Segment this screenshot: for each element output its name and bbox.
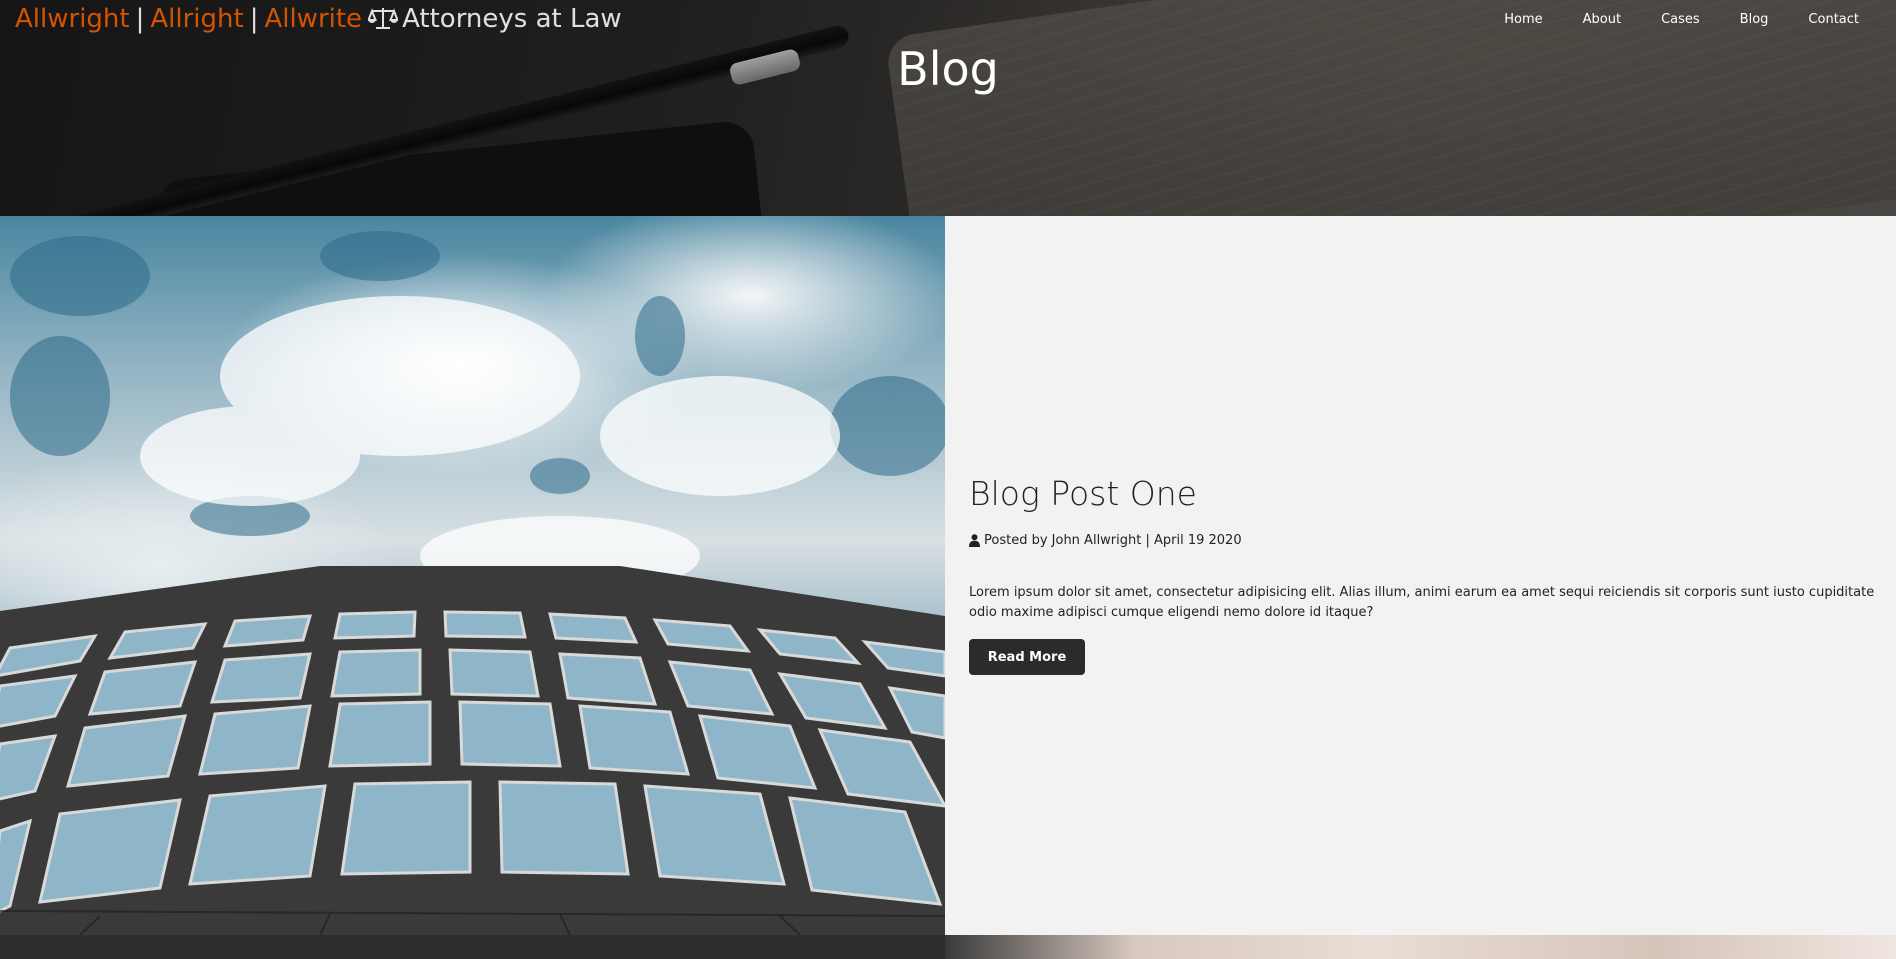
blog-post-panel: Blog Post One Posted by John Allwright |… <box>945 216 1896 935</box>
brand-name-2: Allright <box>150 4 244 34</box>
nav-cases[interactable]: Cases <box>1641 12 1720 27</box>
scale-icon <box>367 6 400 30</box>
next-section-left <box>0 935 945 959</box>
page-title: Blog <box>897 42 999 96</box>
brand-name-3: Allwrite <box>264 4 363 34</box>
brand-name-1: Allwright <box>15 4 130 34</box>
brand-logo[interactable]: Allwright | Allright | Allwrite Attorneys at … <box>15 4 622 34</box>
brand-separator-1: | <box>135 4 145 34</box>
brand-separator-2: | <box>249 4 259 34</box>
hero-banner: Allwright | Allright | Allwrite Attorneys at … <box>0 0 1896 216</box>
post-excerpt: Lorem ipsum dolor sit amet, consectetur … <box>969 585 1875 620</box>
post-image <box>0 216 945 935</box>
read-more-button[interactable]: Read More <box>969 639 1085 675</box>
next-post-image <box>945 935 1896 959</box>
post-title[interactable]: Blog Post One <box>969 474 1197 513</box>
nav-about[interactable]: About <box>1563 12 1641 27</box>
nav-blog[interactable]: Blog <box>1720 12 1789 27</box>
nav-home[interactable]: Home <box>1484 12 1562 27</box>
nav-contact[interactable]: Contact <box>1788 12 1896 27</box>
brand-tagline: Attorneys at Law <box>402 4 622 34</box>
user-icon <box>969 534 980 547</box>
post-meta-text: Posted by John Allwright | April 19 2020 <box>984 533 1242 548</box>
post-meta: Posted by John Allwright | April 19 2020 <box>969 533 1242 548</box>
main-nav: Home About Cases Blog Contact <box>1484 12 1896 27</box>
